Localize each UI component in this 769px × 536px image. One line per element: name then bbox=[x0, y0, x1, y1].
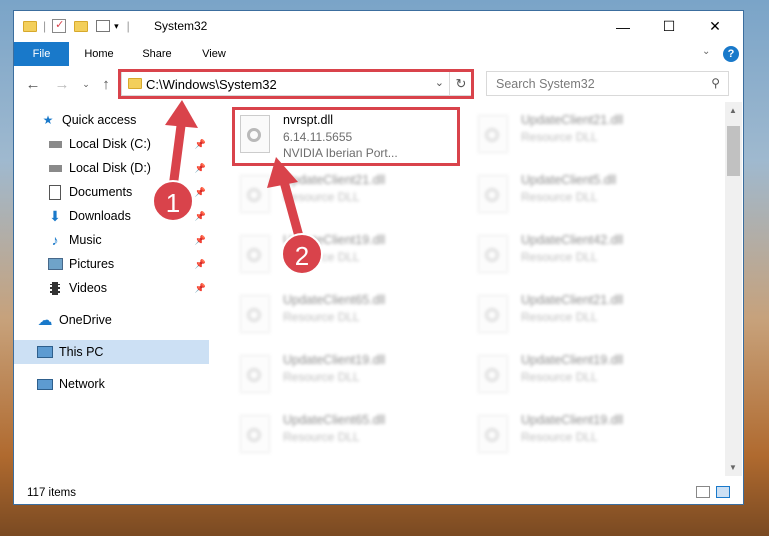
callout-1: 1 bbox=[152, 180, 194, 222]
callout-2: 2 bbox=[281, 233, 323, 275]
annotation-arrows bbox=[165, 100, 305, 245]
arrow-2-shaft bbox=[278, 173, 305, 245]
arrow-1-head bbox=[165, 100, 198, 128]
arrow-2-head bbox=[267, 157, 298, 188]
